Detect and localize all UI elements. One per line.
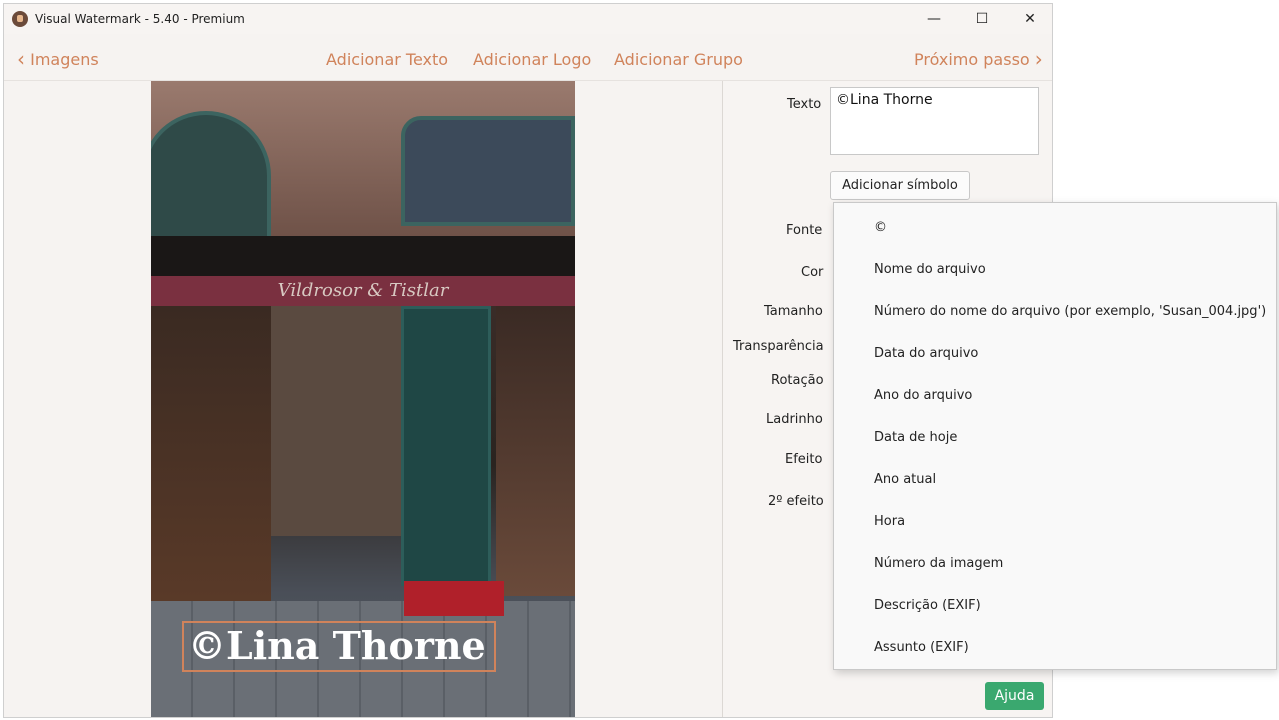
label-texto: Texto bbox=[787, 97, 822, 112]
label-fonte: Fonte bbox=[786, 223, 823, 238]
next-step-link[interactable]: Próximo passo › bbox=[914, 47, 1043, 71]
label-segundo-efeito: 2º efeito bbox=[768, 494, 824, 509]
step-navigation: ‹ Imagens Adicionar Texto Adicionar Logo… bbox=[4, 34, 1052, 81]
shop-door bbox=[401, 306, 491, 586]
shop-window-left bbox=[151, 306, 271, 606]
menu-item-exif-subject[interactable]: Assunto (EXIF) bbox=[874, 640, 969, 655]
red-doormat bbox=[404, 581, 504, 616]
menu-item-file-year[interactable]: Ano do arquivo bbox=[874, 388, 972, 403]
app-logo-icon bbox=[12, 11, 28, 27]
title-bar: Visual Watermark - 5.40 - Premium — ☐ ✕ bbox=[4, 4, 1052, 34]
back-label: Imagens bbox=[30, 50, 99, 69]
shop-sign: Vildrosor & Tistlar bbox=[151, 276, 575, 306]
menu-item-file-name[interactable]: Nome do arquivo bbox=[874, 262, 986, 277]
menu-item-time[interactable]: Hora bbox=[874, 514, 905, 529]
label-efeito: Efeito bbox=[785, 452, 823, 467]
awning bbox=[151, 236, 575, 276]
menu-item-copyright[interactable]: © bbox=[874, 220, 887, 235]
help-button[interactable]: Ajuda bbox=[985, 682, 1044, 710]
symbol-dropdown-menu: © Nome do arquivo Número do nome do arqu… bbox=[833, 202, 1277, 670]
watermark-text-input[interactable]: ©Lina Thorne bbox=[830, 87, 1039, 155]
add-symbol-button[interactable]: Adicionar símbolo bbox=[830, 171, 970, 200]
menu-item-exif-description[interactable]: Descrição (EXIF) bbox=[874, 598, 981, 613]
watermark-text[interactable]: ©Lina Thorne bbox=[188, 623, 486, 668]
menu-item-today-date[interactable]: Data de hoje bbox=[874, 430, 957, 445]
add-logo-link[interactable]: Adicionar Logo bbox=[473, 50, 591, 69]
label-cor: Cor bbox=[801, 265, 824, 280]
label-ladrinho: Ladrinho bbox=[766, 412, 823, 427]
label-tamanho: Tamanho bbox=[764, 304, 823, 319]
close-button[interactable]: ✕ bbox=[1006, 4, 1052, 34]
label-transparencia: Transparência bbox=[733, 339, 824, 354]
menu-item-image-number[interactable]: Número da imagem bbox=[874, 556, 1003, 571]
upper-window bbox=[401, 116, 575, 226]
shop-wall bbox=[271, 306, 401, 536]
maximize-button[interactable]: ☐ bbox=[958, 4, 1006, 34]
chevron-left-icon: ‹ bbox=[17, 47, 25, 71]
menu-item-file-date[interactable]: Data do arquivo bbox=[874, 346, 978, 361]
back-to-images-link[interactable]: ‹ Imagens bbox=[17, 47, 99, 71]
shop-window-right bbox=[496, 306, 575, 596]
preview-photo: Vildrosor & Tistlar ©Lina Thorne bbox=[151, 81, 575, 717]
image-preview-pane: Vildrosor & Tistlar ©Lina Thorne bbox=[4, 81, 722, 717]
menu-item-file-name-number[interactable]: Número do nome do arquivo (por exemplo, … bbox=[874, 304, 1266, 319]
chevron-right-icon: › bbox=[1034, 47, 1043, 71]
arched-window bbox=[151, 111, 271, 251]
label-rotacao: Rotação bbox=[771, 373, 824, 388]
window-title: Visual Watermark - 5.40 - Premium bbox=[35, 12, 245, 26]
add-group-link[interactable]: Adicionar Grupo bbox=[614, 50, 743, 69]
next-label: Próximo passo bbox=[914, 50, 1030, 69]
minimize-button[interactable]: — bbox=[910, 4, 958, 34]
add-text-link[interactable]: Adicionar Texto bbox=[326, 50, 448, 69]
menu-item-current-year[interactable]: Ano atual bbox=[874, 472, 936, 487]
